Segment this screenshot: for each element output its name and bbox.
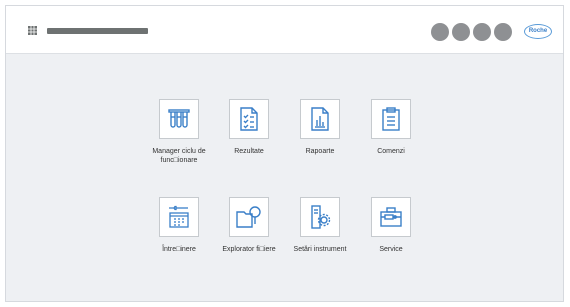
app-window: Roche Manager ciclu de func□ionare Rezul…	[5, 5, 564, 302]
top-bar: Roche	[6, 6, 563, 54]
folder-search-icon	[229, 197, 269, 237]
clipboard-icon	[371, 99, 411, 139]
status-indicator-3[interactable]	[473, 23, 491, 41]
checklist-icon	[229, 99, 269, 139]
toolbox-icon	[371, 197, 411, 237]
tile-service[interactable]: Service	[346, 197, 436, 254]
report-chart-icon	[300, 99, 340, 139]
status-indicator-4[interactable]	[494, 23, 512, 41]
grid-menu-icon[interactable]	[28, 26, 37, 35]
tile-label: Service	[379, 246, 403, 253]
maintenance-calendar-icon	[159, 197, 199, 237]
tile-label: Comenzi	[377, 148, 405, 155]
tile-comenzi[interactable]: Comenzi	[346, 99, 436, 156]
status-indicator-2[interactable]	[452, 23, 470, 41]
window-title-placeholder	[47, 28, 148, 34]
brand-logo: Roche	[524, 24, 552, 39]
status-indicator-1[interactable]	[431, 23, 449, 41]
instrument-settings-icon	[300, 197, 340, 237]
test-tubes-icon	[159, 99, 199, 139]
